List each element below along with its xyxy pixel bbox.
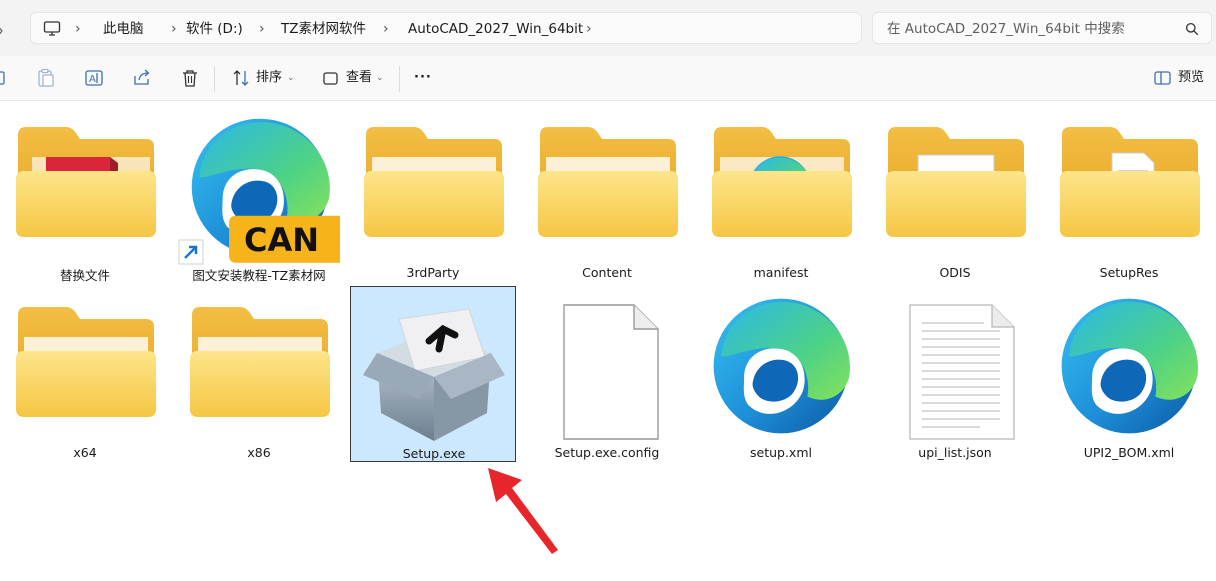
more-options-button[interactable]: ··· — [414, 56, 432, 100]
search-placeholder: 在 AutoCAD_2027_Win_64bit 中搜索 — [887, 21, 1125, 37]
file-tile-x86[interactable]: x86 — [176, 285, 342, 461]
text-file-icon — [909, 304, 1015, 440]
file-tile-setup-xml[interactable]: setup.xml — [698, 285, 864, 461]
delete-icon[interactable] — [179, 67, 201, 89]
toolbar-divider — [399, 66, 400, 92]
chevron-down-icon[interactable]: ⌄ — [287, 56, 295, 100]
breadcrumb-chevron-icon[interactable]: › — [383, 13, 389, 45]
file-name: 图文安装教程-TZ素材网 — [192, 268, 326, 283]
file-tile-upi2-bom-xml[interactable]: UPI2_BOM.xml — [1046, 285, 1212, 461]
breadcrumb-drive-d[interactable]: 软件 (D:) — [186, 13, 243, 45]
file-name: setup.xml — [750, 445, 812, 460]
search-input[interactable]: 在 AutoCAD_2027_Win_64bit 中搜索 — [872, 12, 1212, 44]
edge-icon — [713, 298, 851, 434]
folder-icon — [886, 127, 1026, 237]
address-bar[interactable]: › 此电脑 › 软件 (D:) › TZ素材网软件 › AutoCAD_2027… — [30, 12, 862, 44]
file-name: SetupRes — [1099, 265, 1159, 280]
file-name: UPI2_BOM.xml — [1083, 445, 1175, 460]
computer-icon[interactable] — [43, 21, 61, 37]
folder-icon — [364, 127, 504, 237]
folder-icon — [190, 307, 330, 417]
view-icon[interactable] — [320, 67, 342, 89]
sort-icon[interactable] — [230, 67, 252, 89]
toolbar-divider — [214, 66, 215, 92]
file-name: Setup.exe.config — [554, 445, 660, 460]
file-name: upi_list.json — [918, 445, 992, 460]
search-icon[interactable] — [1185, 22, 1199, 36]
file-tile-setup-exe-config[interactable]: Setup.exe.config — [524, 285, 690, 461]
file-tile-odis[interactable]: ODIS — [872, 105, 1038, 281]
rename-icon[interactable]: A — [83, 67, 105, 89]
blank-file-icon — [563, 304, 659, 440]
file-name: x64 — [73, 445, 97, 460]
file-tile-3rdparty[interactable]: 3rdParty — [350, 105, 516, 281]
svg-text:A: A — [89, 74, 96, 85]
preview-button[interactable]: 预览 — [1178, 56, 1204, 100]
cut-icon[interactable] — [0, 67, 8, 89]
breadcrumb-chevron-icon[interactable]: › — [586, 13, 592, 45]
share-icon[interactable] — [131, 67, 153, 89]
folder-icon — [16, 307, 156, 417]
edge-icon: CAN — [191, 118, 340, 263]
folder-icon: A — [16, 127, 156, 237]
command-bar: A 排序 ⌄ 查看 ⌄ ··· 预览 — [0, 56, 1216, 101]
file-name: x86 — [247, 445, 271, 460]
address-row: › 此电脑 › 软件 (D:) › TZ素材网软件 › AutoCAD_2027… — [0, 0, 1216, 56]
breadcrumb-tz-folder[interactable]: TZ素材网软件 — [281, 13, 366, 45]
breadcrumb-chevron-icon[interactable]: › — [75, 13, 81, 45]
breadcrumb-chevron-icon[interactable]: › — [171, 13, 177, 45]
paste-icon[interactable] — [35, 67, 57, 89]
file-tile-upi-list-json[interactable]: upi_list.json — [872, 285, 1038, 461]
file-name: manifest — [753, 265, 809, 280]
file-name: Content — [582, 265, 632, 280]
red-arrow-annotation — [488, 468, 558, 554]
breadcrumb-chevron-icon[interactable]: › — [259, 13, 265, 45]
breadcrumb-autocad-folder[interactable]: AutoCAD_2027_Win_64bit — [408, 13, 583, 45]
installer-box-icon — [363, 308, 505, 441]
folder-icon — [538, 127, 678, 237]
preview-pane-icon[interactable] — [1152, 67, 1174, 89]
file-tile-install-tutorial-shortcut[interactable]: CAN 图文安装教程-TZ素材网 — [176, 105, 342, 283]
nav-back-partial[interactable] — [0, 22, 4, 35]
file-grid: A 替换文件 CAN 图文安装教程-TZ素材网 3rdParty — [0, 101, 1216, 581]
file-tile-setupres[interactable]: SetupRes — [1046, 105, 1212, 281]
edge-icon — [1061, 298, 1199, 434]
file-name: 3rdParty — [406, 265, 460, 280]
file-tile-setup-exe[interactable]: Setup.exe — [350, 286, 516, 462]
file-tile-replace-files[interactable]: A 替换文件 — [2, 105, 168, 283]
file-tile-content[interactable]: Content — [524, 105, 690, 281]
breadcrumb-this-pc[interactable]: 此电脑 — [103, 13, 144, 45]
file-name: Setup.exe — [402, 446, 466, 461]
sort-button[interactable]: 排序 — [256, 56, 282, 100]
view-button[interactable]: 查看 — [346, 56, 372, 100]
folder-icon — [712, 127, 852, 237]
folder-icon — [1060, 127, 1200, 237]
chevron-down-icon[interactable]: ⌄ — [376, 56, 384, 100]
file-name: 替换文件 — [59, 268, 110, 283]
badge-text: CAN — [244, 221, 319, 259]
file-name: ODIS — [939, 265, 971, 280]
shortcut-arrow-icon — [178, 239, 204, 265]
file-tile-manifest[interactable]: manifest — [698, 105, 864, 281]
file-tile-x64[interactable]: x64 — [2, 285, 168, 461]
